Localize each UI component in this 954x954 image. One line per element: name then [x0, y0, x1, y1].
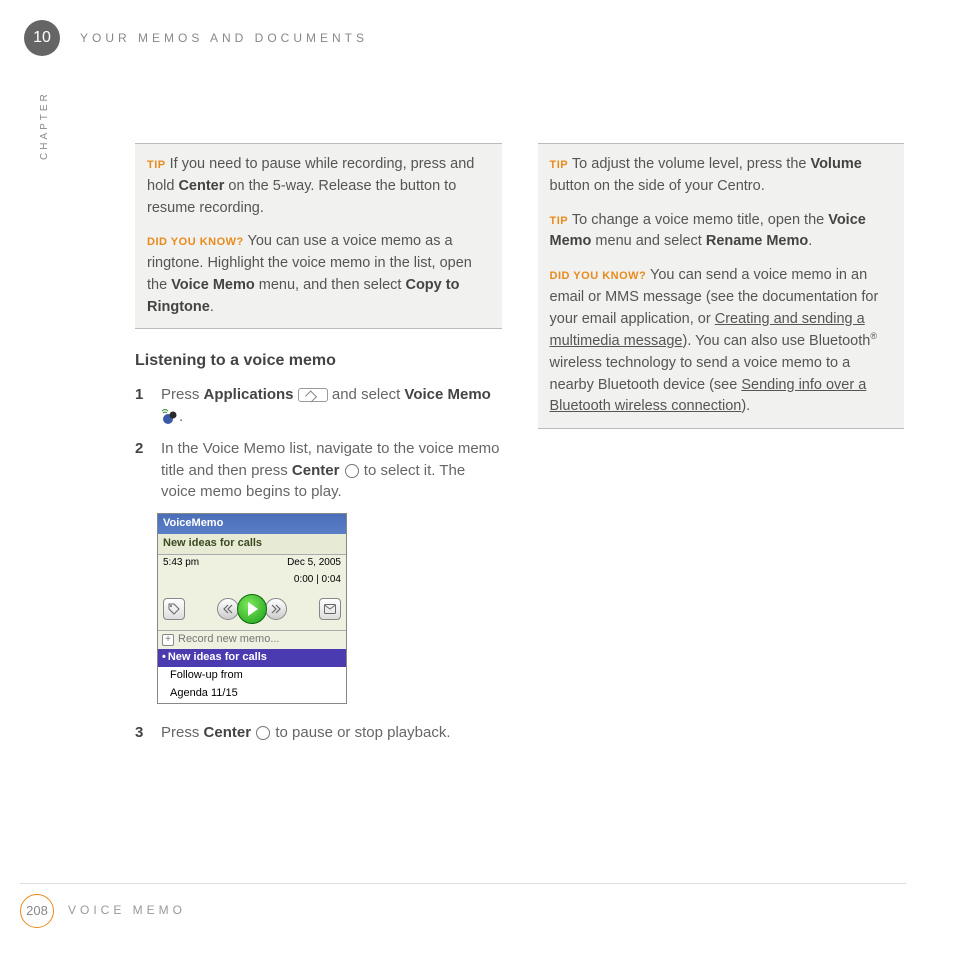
skip-forward-icon [265, 598, 287, 620]
step-bold: Center [204, 724, 252, 741]
step-bold: Applications [204, 386, 294, 403]
page-footer: 208 VOICE MEMO [20, 894, 186, 928]
center-button-icon [345, 464, 359, 478]
tag-icon [163, 598, 185, 620]
memo-list-item: Follow-up from [158, 667, 346, 685]
center-button-icon [256, 726, 270, 740]
step-number: 3 [135, 722, 161, 744]
dyk-text: ). [741, 398, 750, 414]
chapter-title: YOUR MEMOS AND DOCUMENTS [80, 30, 368, 47]
tip-label: TIP [550, 159, 569, 171]
dyk-text: menu, and then select [255, 277, 406, 293]
page-number: 208 [20, 894, 54, 928]
record-label: Record new memo... [178, 632, 279, 648]
chapter-number-badge: 10 [24, 20, 60, 56]
footer-section-label: VOICE MEMO [68, 902, 186, 919]
app-total: 0:04 [322, 574, 341, 585]
tip-text: To adjust the volume level, press the [572, 156, 811, 172]
app-titlebar: VoiceMemo [158, 514, 346, 534]
memo-list-item: Agenda 11/15 [158, 685, 346, 703]
memo-list-selected: New ideas for calls [158, 649, 346, 667]
skip-back-icon [217, 598, 239, 620]
dyk-bold: Voice Memo [171, 277, 255, 293]
dyk-text: . [210, 299, 214, 315]
dyk-text: ). You can also use Bluetooth [682, 333, 870, 349]
steps-list-continued: 3 Press Center to pause or stop playback… [135, 722, 502, 744]
app-current-memo-title: New ideas for calls [158, 534, 346, 555]
step-bold: Center [292, 462, 340, 479]
tip-bold: Volume [810, 156, 861, 172]
play-button-icon [237, 594, 267, 624]
mail-icon [319, 598, 341, 620]
did-you-know-label: DID YOU KNOW? [550, 270, 647, 282]
voicememo-app-screenshot: VoiceMemo New ideas for calls 5:43 pm De… [157, 513, 347, 704]
registered-mark: ® [870, 331, 877, 341]
chapter-side-label: CHAPTER [38, 91, 53, 160]
step-1: 1 Press Applications and select Voice Me… [135, 384, 502, 428]
section-heading: Listening to a voice memo [135, 349, 502, 372]
plus-icon: + [162, 634, 174, 646]
tip-text: menu and select [591, 233, 705, 249]
app-time: 5:43 pm [163, 556, 199, 571]
step-bold: Voice Memo [404, 386, 490, 403]
did-you-know-label: DID YOU KNOW? [147, 236, 244, 248]
left-column: TIP If you need to pause while recording… [135, 143, 502, 754]
step-text: . [179, 408, 183, 425]
step-number: 2 [135, 438, 161, 503]
app-date: Dec 5, 2005 [287, 556, 341, 571]
left-tip-box: TIP If you need to pause while recording… [135, 143, 502, 329]
tip-bold: Rename Memo [706, 233, 808, 249]
step-text: to pause or stop playback. [275, 724, 450, 741]
step-3: 3 Press Center to pause or stop playback… [135, 722, 502, 744]
footer-rule [20, 883, 906, 884]
tip-text: button on the side of your Centro. [550, 178, 765, 194]
tip-bold: Center [178, 178, 224, 194]
step-text: Press [161, 724, 204, 741]
memo-list: + Record new memo... New ideas for calls… [158, 631, 346, 703]
step-text: and select [332, 386, 405, 403]
app-controls [158, 588, 346, 631]
step-text: Press [161, 386, 204, 403]
right-tip-box: TIP To adjust the volume level, press th… [538, 143, 905, 429]
step-number: 1 [135, 384, 161, 428]
tip-text: To change a voice memo title, open the [572, 212, 828, 228]
voice-memo-icon [161, 409, 179, 425]
tip-text: . [808, 233, 812, 249]
tip-label: TIP [550, 215, 569, 227]
tip-label: TIP [147, 159, 166, 171]
right-column: TIP To adjust the volume level, press th… [538, 143, 905, 754]
applications-icon [298, 388, 328, 402]
steps-list: 1 Press Applications and select Voice Me… [135, 384, 502, 503]
step-2: 2 In the Voice Memo list, navigate to th… [135, 438, 502, 503]
record-new-memo-row: + Record new memo... [158, 631, 346, 649]
app-elapsed: 0:00 [294, 574, 313, 585]
